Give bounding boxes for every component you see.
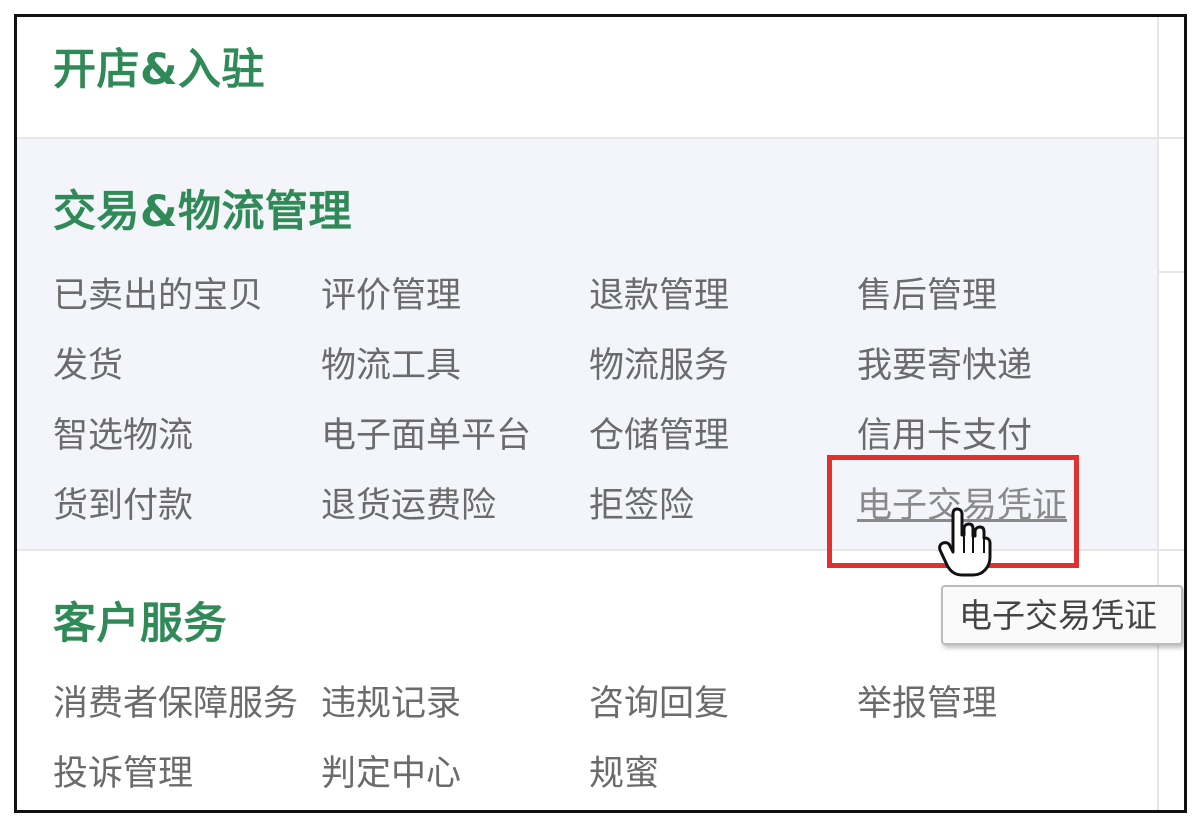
right-column — [1157, 17, 1184, 810]
menu-item-ship[interactable]: 发货 — [53, 349, 123, 384]
menu-item-logistics-services[interactable]: 物流服务 — [589, 349, 729, 384]
menu-item-smart-logistics[interactable]: 智选物流 — [53, 419, 193, 454]
menu-item-sold-items[interactable]: 已卖出的宝贝 — [53, 279, 263, 314]
menu-item-warehouse-management[interactable]: 仓储管理 — [589, 419, 729, 454]
menu-item-consult-reply[interactable]: 咨询回复 — [589, 687, 729, 722]
menu-item-complaint-management[interactable]: 投诉管理 — [53, 757, 193, 792]
menu-item-refund-management[interactable]: 退款管理 — [589, 279, 729, 314]
menu-item-rules-guide[interactable]: 规蜜 — [589, 757, 659, 792]
menu-item-violation-records[interactable]: 违规记录 — [321, 687, 461, 722]
divider — [1157, 137, 1184, 139]
menu-item-credit-card-payment[interactable]: 信用卡支付 — [857, 419, 1032, 454]
menu-item-cash-on-delivery[interactable]: 货到付款 — [53, 489, 193, 524]
menu-item-after-sales-management[interactable]: 售后管理 — [857, 279, 997, 314]
section-open-store: 开店&入驻 — [17, 17, 1157, 139]
divider — [1157, 549, 1184, 551]
menu-item-report-management[interactable]: 举报管理 — [857, 687, 997, 722]
section-title-trade-logistics: 交易&物流管理 — [53, 187, 352, 237]
section-title-open-store: 开店&入驻 — [53, 45, 265, 95]
menu-item-judgment-center[interactable]: 判定中心 — [321, 757, 461, 792]
hand-cursor-icon — [938, 507, 992, 577]
tooltip: 电子交易凭证 — [941, 585, 1183, 645]
menu-item-consumer-protection[interactable]: 消费者保障服务 — [53, 687, 298, 722]
menu-item-logistics-tools[interactable]: 物流工具 — [321, 349, 461, 384]
divider — [1157, 271, 1184, 273]
service-menu-panel: 开店&入驻 交易&物流管理 已卖出的宝贝 评价管理 退款管理 售后管理 发货 物… — [14, 14, 1187, 813]
menu-item-e-waybill-platform[interactable]: 电子面单平台 — [321, 419, 531, 454]
menu-item-rejection-insurance[interactable]: 拒签险 — [589, 489, 694, 524]
section-title-customer-service: 客户服务 — [53, 599, 227, 649]
menu-item-return-shipping-insurance[interactable]: 退货运费险 — [321, 489, 496, 524]
menu-item-send-express[interactable]: 我要寄快递 — [857, 349, 1032, 384]
menu-item-review-management[interactable]: 评价管理 — [321, 279, 461, 314]
